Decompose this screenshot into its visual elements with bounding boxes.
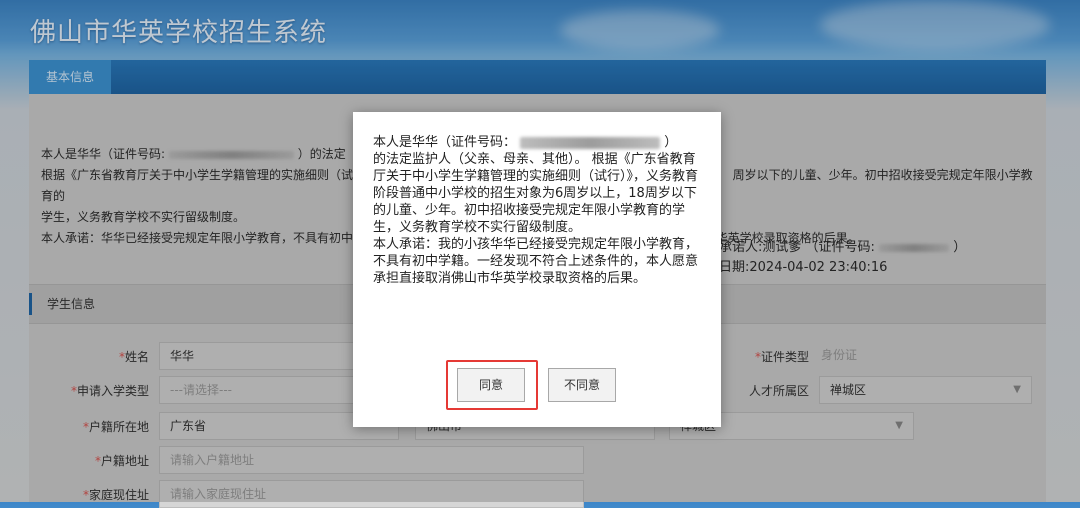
dialog-p1-text: 本人是华华（证件号码： <box>373 135 517 150</box>
disagree-button[interactable]: 不同意 <box>548 368 616 402</box>
dialog-p2: 的法定监护人（父亲、母亲、其他）。 根据《广东省教育厅关于中小学生学籍管理的实施… <box>373 152 699 235</box>
dialog-p1: 本人是华华（证件号码： ） <box>373 134 703 151</box>
agree-button[interactable]: 同意 <box>457 368 525 402</box>
dialog-text: 本人是华华（证件号码： ） 的法定监护人（父亲、母亲、其他）。 根据《广东省教育… <box>373 134 703 287</box>
commitment-dialog: 本人是华华（证件号码： ） 的法定监护人（父亲、母亲、其他）。 根据《广东省教育… <box>353 112 721 427</box>
dialog-p3: 本人承诺：我的小孩华华已经接受完规定年限小学教育，不具有初中学籍。一经发现不符合… <box>373 237 699 286</box>
dialog-p1-suffix: ） <box>664 135 678 150</box>
redacted-id <box>520 136 661 149</box>
